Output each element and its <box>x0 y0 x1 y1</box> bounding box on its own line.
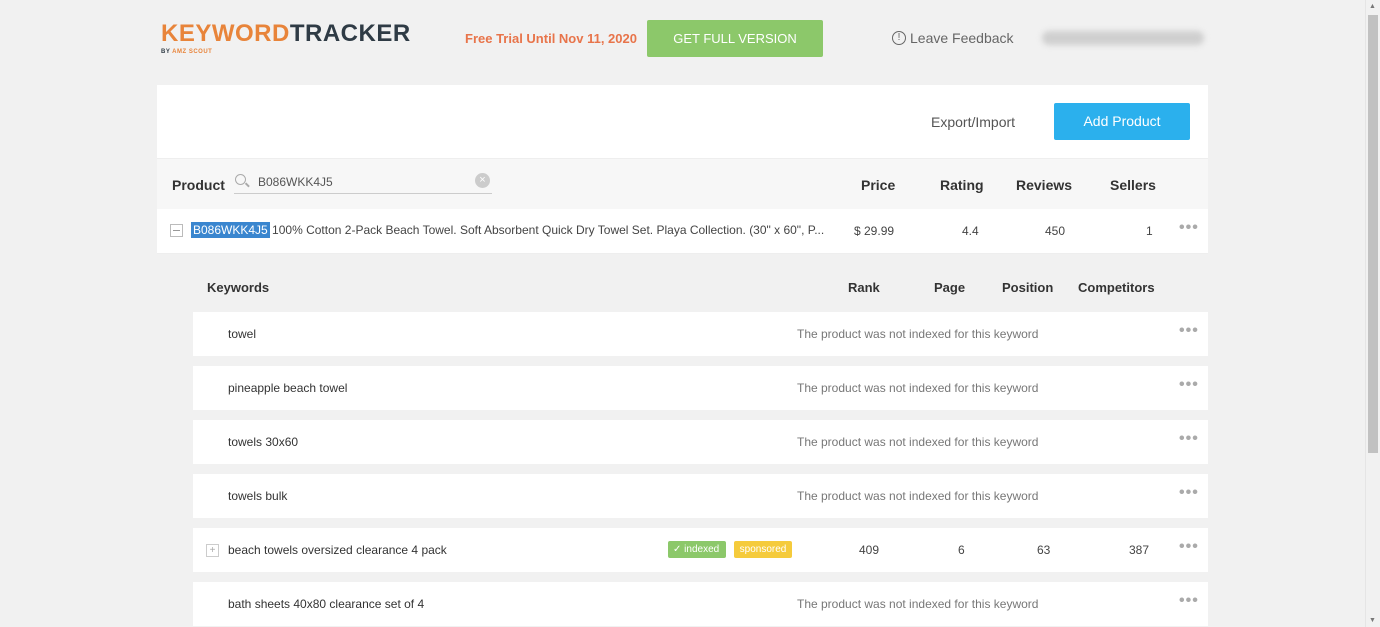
trial-text: Free Trial Until Nov 11, 2020 <box>465 31 637 46</box>
indexed-badge: ✓ indexed <box>668 541 726 558</box>
product-rating: 4.4 <box>962 224 979 238</box>
more-options-icon[interactable]: ••• <box>1179 322 1199 340</box>
keywords-header: Keywords Rank Page Position Competitors <box>157 254 1208 312</box>
not-indexed-text: The product was not indexed for this key… <box>797 597 1039 611</box>
keyword-row[interactable]: pineapple beach towel The product was no… <box>193 366 1208 410</box>
keyword-row[interactable]: towels 30x60 The product was not indexed… <box>193 420 1208 464</box>
header-sellers[interactable]: Sellers <box>1110 177 1156 193</box>
page: KEYWORDTRACKER BY AMZ SCOUT Free Trial U… <box>0 0 1380 627</box>
expand-icon[interactable]: + <box>206 544 219 557</box>
keyword-row[interactable]: towel The product was not indexed for th… <box>193 312 1208 356</box>
search-icon <box>235 174 246 185</box>
product-row[interactable]: B086WKK4J5 100% Cotton 2-Pack Beach Towe… <box>157 209 1208 254</box>
keyword-position: 63 <box>1037 543 1051 557</box>
keyword-row[interactable]: + beach towels oversized clearance 4 pac… <box>193 528 1208 572</box>
keyword-text: towels bulk <box>228 489 288 503</box>
sponsored-badge: sponsored <box>734 541 792 558</box>
product-title[interactable]: B086WKK4J5 100% Cotton 2-Pack Beach Towe… <box>191 222 825 238</box>
user-email-blurred[interactable] <box>1042 31 1204 45</box>
header-page[interactable]: Page <box>934 280 965 295</box>
product-search[interactable]: × <box>234 172 492 194</box>
keyword-text: pineapple beach towel <box>228 381 348 395</box>
product-asin: B086WKK4J5 <box>191 222 270 238</box>
collapse-icon[interactable] <box>170 224 183 237</box>
more-options-icon[interactable]: ••• <box>1179 376 1199 394</box>
header-rating[interactable]: Rating <box>940 177 984 193</box>
header-price[interactable]: Price <box>861 177 895 193</box>
keywords-section: Keywords Rank Page Position Competitors … <box>157 254 1208 627</box>
scrollbar-thumb[interactable] <box>1368 15 1378 453</box>
clear-search-icon[interactable]: × <box>475 173 490 188</box>
more-options-icon[interactable]: ••• <box>1179 484 1199 502</box>
product-table-header: Product × Price Rating Reviews Sellers <box>157 159 1208 209</box>
keyword-competitors: 387 <box>1129 543 1150 557</box>
keyword-text: bath sheets 40x80 clearance set of 4 <box>228 597 425 611</box>
not-indexed-text: The product was not indexed for this key… <box>797 327 1039 341</box>
logo-text-rd: RD <box>254 20 290 47</box>
header-competitors[interactable]: Competitors <box>1078 280 1155 295</box>
get-full-version-button[interactable]: GET FULL VERSION <box>647 20 823 57</box>
keyword-text: towel <box>228 327 257 341</box>
more-options-icon[interactable]: ••• <box>1179 538 1199 556</box>
scroll-down-arrow-icon[interactable]: ▼ <box>1369 617 1376 624</box>
logo-text: KEYW <box>161 20 235 47</box>
logo-brand: AMZ SCOUT <box>172 49 213 55</box>
keywordtracker-logo[interactable]: KEYWORDTRACKER BY AMZ SCOUT <box>161 20 411 55</box>
not-indexed-text: The product was not indexed for this key… <box>797 489 1039 503</box>
leave-feedback-link[interactable]: ! Leave Feedback <box>892 30 1014 46</box>
vertical-scrollbar[interactable]: ▲ ▼ <box>1365 0 1380 627</box>
toolbar: Export/Import Add Product <box>157 85 1208 159</box>
logo-text-o: O <box>235 20 255 47</box>
more-options-icon[interactable]: ••• <box>1179 219 1199 237</box>
keyword-rank: 409 <box>859 543 880 557</box>
keyword-row[interactable]: bath sheets 40x80 clearance set of 4 The… <box>193 582 1208 626</box>
not-indexed-text: The product was not indexed for this key… <box>797 381 1039 395</box>
info-icon: ! <box>892 31 906 45</box>
header-product: Product <box>172 177 225 193</box>
main-card: Export/Import Add Product Product × Pric… <box>157 85 1208 627</box>
add-product-button[interactable]: Add Product <box>1054 103 1190 140</box>
product-price: $ 29.99 <box>854 224 895 238</box>
keyword-row[interactable]: towels bulk The product was not indexed … <box>193 474 1208 518</box>
more-options-icon[interactable]: ••• <box>1179 430 1199 448</box>
product-reviews: 450 <box>1045 224 1066 238</box>
not-indexed-text: The product was not indexed for this key… <box>797 435 1039 449</box>
logo-by: BY <box>161 49 173 55</box>
more-options-icon[interactable]: ••• <box>1179 592 1199 610</box>
keyword-text: beach towels oversized clearance 4 pack <box>228 543 447 557</box>
header-rank[interactable]: Rank <box>848 280 880 295</box>
header: KEYWORDTRACKER BY AMZ SCOUT Free Trial U… <box>0 0 1365 78</box>
header-keywords: Keywords <box>207 280 270 295</box>
search-input[interactable] <box>258 172 468 192</box>
keyword-page: 6 <box>958 543 965 557</box>
logo-text-tracker: TRACKER <box>289 20 411 47</box>
header-reviews[interactable]: Reviews <box>1016 177 1072 193</box>
product-sellers: 1 <box>1146 224 1153 238</box>
export-import-link[interactable]: Export/Import <box>931 114 1015 130</box>
feedback-label: Leave Feedback <box>910 30 1014 46</box>
header-position[interactable]: Position <box>1002 280 1053 295</box>
keyword-text: towels 30x60 <box>228 435 299 449</box>
scroll-up-arrow-icon[interactable]: ▲ <box>1369 3 1376 10</box>
product-title-text: 100% Cotton 2-Pack Beach Towel. Soft Abs… <box>268 223 825 237</box>
